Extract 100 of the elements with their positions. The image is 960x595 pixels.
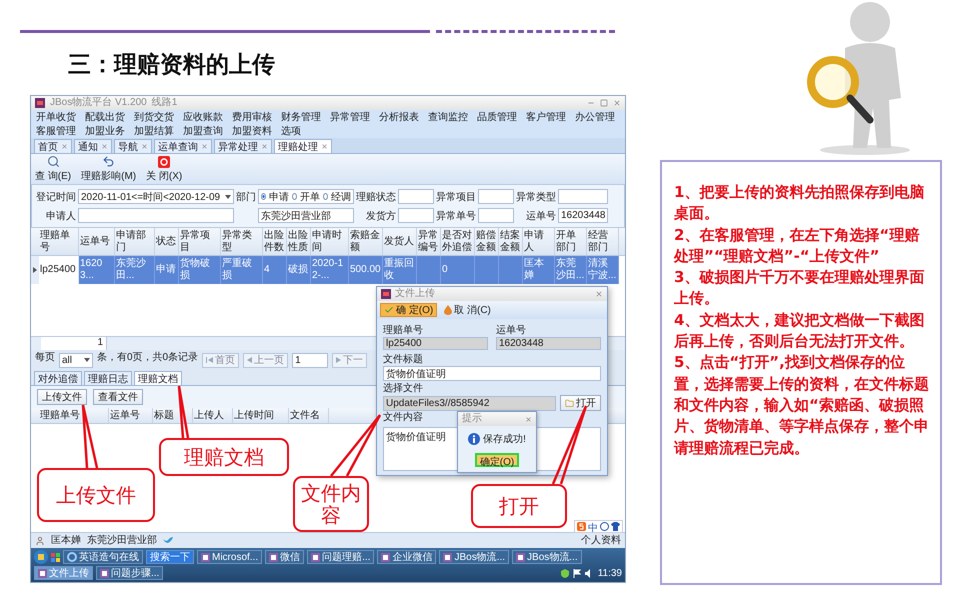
column-header[interactable]: 申请部门 xyxy=(115,228,155,255)
tab[interactable]: 理赔文档 xyxy=(134,371,182,385)
page-field[interactable]: 1 xyxy=(292,352,328,368)
taskbar-button[interactable]: Microsof... xyxy=(197,550,262,564)
menu-item[interactable]: 应收账款 xyxy=(183,110,223,124)
ime-mode[interactable]: 中 xyxy=(588,521,598,535)
input-field[interactable]: 16203448 xyxy=(558,208,608,223)
profile-link[interactable]: 个人资料 xyxy=(581,533,621,547)
menu-item[interactable]: 到货交货 xyxy=(134,110,174,124)
menu-item[interactable]: 费用审核 xyxy=(232,110,272,124)
toolbar-button[interactable]: 理赔影响(M) xyxy=(81,155,136,183)
table-cell: 清溪宁波... xyxy=(587,256,619,284)
input-field[interactable]: 货物价值证明 xyxy=(383,366,601,381)
taskbar-button[interactable]: JBos物流... xyxy=(439,550,510,564)
cancel-button[interactable]: 取 消(C) xyxy=(441,303,494,317)
menu-item[interactable]: 加盟结算 xyxy=(134,124,174,138)
status-department: 东莞沙田营业部 xyxy=(87,534,157,547)
column-header[interactable]: 理赔单号 xyxy=(39,408,109,423)
column-header[interactable]: 异常项目 xyxy=(179,228,221,255)
file-button[interactable]: 查看文件 xyxy=(93,389,143,405)
callout-label: 理赔文档 xyxy=(159,438,289,476)
table-cell: 500.00 xyxy=(349,256,383,284)
message-text: 保存成功! xyxy=(483,432,526,446)
field-label: 申请人 xyxy=(45,210,76,222)
taskbar-button[interactable]: 问题理赔... xyxy=(307,550,374,564)
tab[interactable]: 运单查询 xyxy=(154,139,212,153)
taskbar-button[interactable]: 微信 xyxy=(265,550,304,564)
per-page-select[interactable]: all xyxy=(59,352,93,368)
tab[interactable]: 首页 xyxy=(34,139,72,153)
note-text: 4、文档太大，建议把文档做一下截图后再上传，否则后台无法打开文件。 xyxy=(674,310,926,352)
column-header[interactable]: 理赔单号 xyxy=(39,228,79,255)
menu-item[interactable]: 加盟业务 xyxy=(85,124,125,138)
menu-item[interactable]: 配载出货 xyxy=(85,110,125,124)
taskbar-button[interactable]: 英语造句在线 xyxy=(63,550,143,564)
field-label: 异常项目 xyxy=(436,190,476,204)
menu-item[interactable]: 客服管理 xyxy=(36,124,76,138)
column-header[interactable]: 索赔金额 xyxy=(349,228,383,255)
menu-item[interactable]: 分析报表 xyxy=(379,110,419,124)
taskbar-button[interactable]: 搜索一下 xyxy=(146,550,194,564)
column-header[interactable]: 运单号 xyxy=(109,408,153,423)
slide-title: 三：理赔资料的上传 xyxy=(68,50,276,80)
table-cell: 0 xyxy=(441,256,475,284)
file-button[interactable]: 上传文件 xyxy=(37,389,87,405)
field-label: 异常类型 xyxy=(516,190,556,204)
column-header[interactable]: 状态 xyxy=(155,228,179,255)
menu-item[interactable]: 品质管理 xyxy=(477,110,517,124)
column-header[interactable]: 申请人 xyxy=(523,228,555,255)
table-cell: 申请 xyxy=(155,256,179,284)
line-label: 线路1 xyxy=(152,97,178,109)
column-header[interactable]: 申请时间 xyxy=(311,228,349,255)
ok-button[interactable]: 确定(O) xyxy=(474,452,520,466)
column-header[interactable]: 经营部门 xyxy=(587,228,619,255)
tab[interactable]: 导航 xyxy=(114,139,152,153)
column-header[interactable]: 上传人 xyxy=(193,408,233,423)
tab[interactable]: 对外追偿 xyxy=(34,371,82,385)
toolbar-button[interactable]: 关 闭(X) xyxy=(146,156,182,182)
menu-item[interactable]: 异常管理 xyxy=(330,110,370,124)
open-button[interactable]: 打开 xyxy=(560,395,601,411)
radio-label: 开单 xyxy=(300,190,320,204)
field-label: 发货方 xyxy=(365,210,396,222)
tab[interactable]: 理赔日志 xyxy=(84,371,132,385)
taskbar-button[interactable]: 企业微信 xyxy=(377,550,436,564)
column-header[interactable]: 发货人 xyxy=(383,228,417,255)
table-cell: 破损 xyxy=(287,256,311,284)
toolbar-button[interactable]: 查 询(E) xyxy=(35,155,72,183)
tab[interactable]: 异常处理 xyxy=(214,139,272,153)
menu-item[interactable]: 办公管理 xyxy=(575,110,615,124)
column-header[interactable]: 结案金额 xyxy=(499,228,523,255)
note-text: 3、破损图片千万不要在理赔处理界面上传。 xyxy=(674,267,926,310)
taskbar-button[interactable]: JBos物流... xyxy=(512,550,582,564)
column-header[interactable]: 出险件数 xyxy=(263,228,287,255)
note-text: 2、在客服管理，在左下角选择“理赔处理”“理赔文档”-“上传文件” xyxy=(674,224,920,267)
field-label: 登记时间 xyxy=(36,190,76,204)
menu-item[interactable]: 查询监控 xyxy=(428,110,468,124)
menu-item[interactable]: 选项 xyxy=(281,124,301,138)
taskbar-button[interactable]: 问题步骤... xyxy=(96,566,164,580)
department-field[interactable]: 东莞沙田营业部 xyxy=(258,208,354,223)
confirm-button[interactable]: 确 定(O) xyxy=(380,303,438,317)
column-header[interactable]: 标题 xyxy=(153,408,193,423)
radio-label: 经调 xyxy=(331,191,351,204)
menu-item[interactable]: 加盟查询 xyxy=(183,124,223,138)
column-header[interactable]: 赔偿金额 xyxy=(475,228,499,255)
table-cell: 货物破损 xyxy=(179,256,221,284)
tab[interactable]: 通知 xyxy=(74,139,112,153)
menu-item[interactable]: 加盟资料 xyxy=(232,124,272,138)
column-header[interactable]: 文件名 xyxy=(289,408,329,423)
callout-label: 文件内容 xyxy=(293,476,369,532)
tab[interactable]: 理赔处理 xyxy=(274,139,332,153)
menu-item[interactable]: 开单收货 xyxy=(36,110,76,124)
column-header[interactable]: 出险性质 xyxy=(287,228,311,255)
menu-item[interactable]: 财务管理 xyxy=(281,110,321,124)
column-header[interactable]: 是否对外追偿 xyxy=(441,228,475,255)
column-header[interactable]: 开单部门 xyxy=(555,228,587,255)
column-header[interactable]: 运单号 xyxy=(79,228,115,255)
status-user: 匡本婵 xyxy=(51,534,81,547)
column-header[interactable]: 异常编号 xyxy=(417,228,441,255)
input-field[interactable]: 2020-11-01<=时间<2020-12-09 xyxy=(78,189,234,204)
column-header[interactable]: 上传时间 xyxy=(233,408,289,423)
menu-item[interactable]: 客户管理 xyxy=(526,110,566,124)
column-header[interactable]: 异常类型 xyxy=(221,228,263,255)
